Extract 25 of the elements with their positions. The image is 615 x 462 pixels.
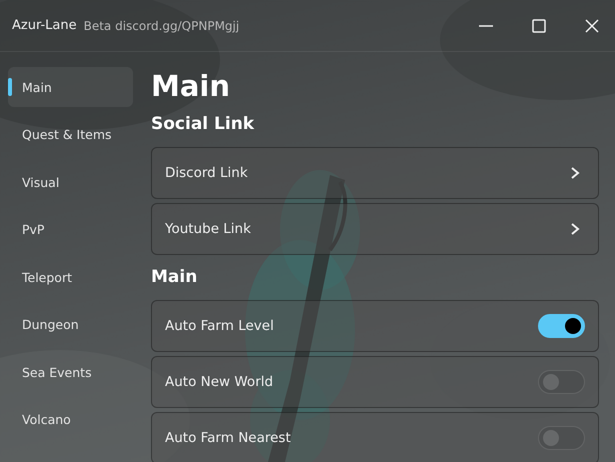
sidebar-item[interactable]: Volcano (8, 400, 133, 440)
toggle-label: Auto Farm Nearest (165, 430, 291, 446)
sidebar-item[interactable]: Quest & Items (8, 114, 133, 154)
chevron-right-icon (570, 166, 580, 180)
sidebar-item[interactable]: Main (8, 67, 133, 107)
section-title: Social Link (151, 114, 256, 134)
sidebar-item[interactable]: Visual (8, 162, 133, 202)
link-row[interactable]: Youtube Link (151, 203, 599, 255)
chevron-right-icon (570, 222, 580, 236)
close-icon (584, 18, 600, 34)
selection-indicator (8, 78, 12, 96)
page-title: Main (151, 68, 232, 105)
toggle-label: Auto Farm Level (165, 318, 274, 334)
section-title: Main (151, 267, 198, 287)
window-subtitle: Beta discord.gg/QPNPMgjj (84, 18, 240, 32)
sidebar-item[interactable]: Sea Events (8, 352, 133, 392)
maximize-icon (531, 18, 547, 34)
sidebar-item[interactable]: Teleport (8, 257, 133, 297)
toggle-switch[interactable] (538, 314, 585, 338)
window-title: Azur-Lane (12, 18, 77, 33)
toggle-label: Auto New World (165, 374, 274, 390)
minimize-icon (479, 24, 493, 26)
sidebar-item[interactable]: Dungeon (8, 304, 133, 344)
sidebar-item[interactable]: PvP (8, 210, 133, 250)
link-row[interactable]: Discord Link (151, 147, 599, 199)
